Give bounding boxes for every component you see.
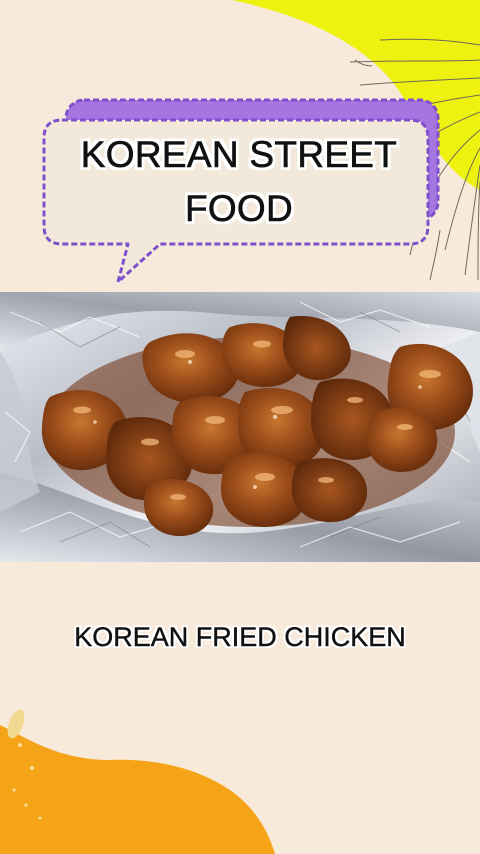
fried-chicken-image	[0, 292, 480, 562]
food-photo	[0, 292, 480, 562]
caption: KOREAN FRIED CHICKEN	[74, 622, 406, 652]
headline-line-2: FOOD	[184, 188, 294, 230]
story-page: { "headline": { "line1": "KOREAN STREET"…	[0, 0, 480, 854]
headline: KOREAN STREET FOOD	[44, 128, 434, 236]
headline-line-1: KOREAN STREET	[80, 134, 398, 176]
